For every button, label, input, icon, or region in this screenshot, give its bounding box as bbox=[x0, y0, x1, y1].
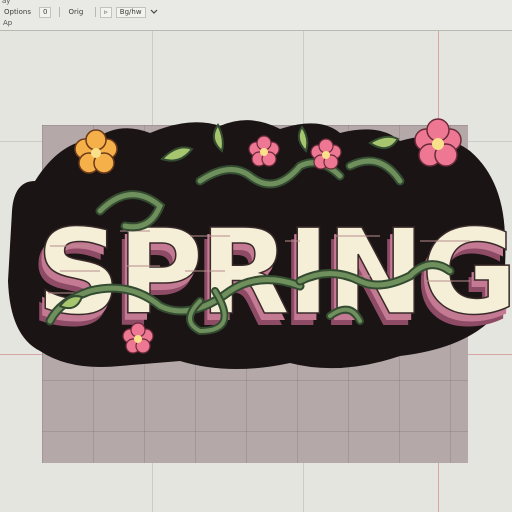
tool-options-row: Options 0 Orig ▹ Bg/hw bbox=[0, 6, 158, 18]
toolbar-separator bbox=[95, 7, 97, 17]
svg-text:SPRING: SPRING bbox=[36, 203, 512, 341]
toolbar: ay Options 0 Orig ▹ Bg/hw Ap bbox=[0, 0, 512, 31]
background-select-value: Bg/hw bbox=[119, 8, 142, 16]
options-button[interactable]: Options bbox=[0, 7, 35, 18]
chevron-down-icon[interactable] bbox=[150, 8, 158, 16]
orig-button[interactable]: Orig bbox=[64, 7, 87, 18]
letter-face: SPRING bbox=[35, 202, 512, 342]
spring-artwork[interactable]: SPRING SPRING SPRING bbox=[0, 31, 512, 512]
flower-pink-large bbox=[414, 118, 462, 167]
arrow-button[interactable]: ▹ bbox=[100, 6, 112, 18]
menu-stub-label: ay bbox=[2, 0, 11, 5]
toolbar-separator bbox=[59, 7, 61, 17]
mode-label: Ap bbox=[3, 19, 13, 27]
aspect-button[interactable]: 0 bbox=[39, 6, 52, 18]
background-select[interactable]: Bg/hw bbox=[115, 6, 146, 18]
canvas[interactable]: SPRING SPRING SPRING bbox=[0, 31, 512, 512]
